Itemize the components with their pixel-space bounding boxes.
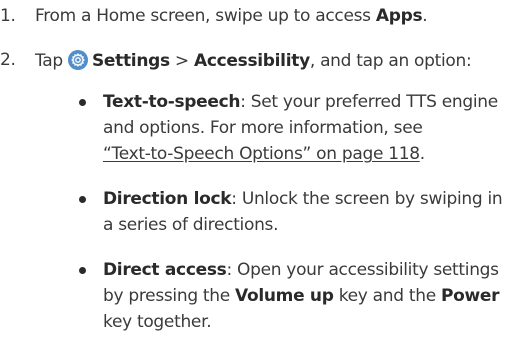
- accessibility-label: Accessibility: [193, 51, 310, 71]
- option-term: Text-to-speech: [103, 92, 241, 112]
- option-text-to-speech: Text-to-speech: Set your preferred TTS e…: [103, 92, 498, 164]
- step-text: From a Home screen, swipe up to access A…: [35, 6, 428, 26]
- option-term: Direction lock: [103, 189, 232, 209]
- bullet: [79, 267, 86, 274]
- option-direct-access: Direct access: Open your accessibility s…: [103, 260, 500, 332]
- power-key-label: Power: [440, 286, 500, 306]
- option-term: Direct access: [103, 260, 227, 280]
- settings-gear-icon: [67, 50, 88, 70]
- step-text: Tap Settings > Accessibility, and tap an…: [35, 50, 472, 71]
- bullet: [79, 99, 86, 106]
- apps-label: Apps: [375, 6, 423, 26]
- bullet: [79, 196, 86, 203]
- step-number: 1.: [0, 6, 16, 26]
- option-direction-lock: Direction lock: Unlock the screen by swi…: [103, 189, 503, 235]
- text-to-speech-options-link[interactable]: “Text-to-Speech Options” on page 118: [103, 144, 420, 164]
- settings-label: Settings: [91, 51, 170, 71]
- step-number: 2.: [0, 50, 16, 70]
- volume-up-key-label: Volume up: [235, 286, 334, 306]
